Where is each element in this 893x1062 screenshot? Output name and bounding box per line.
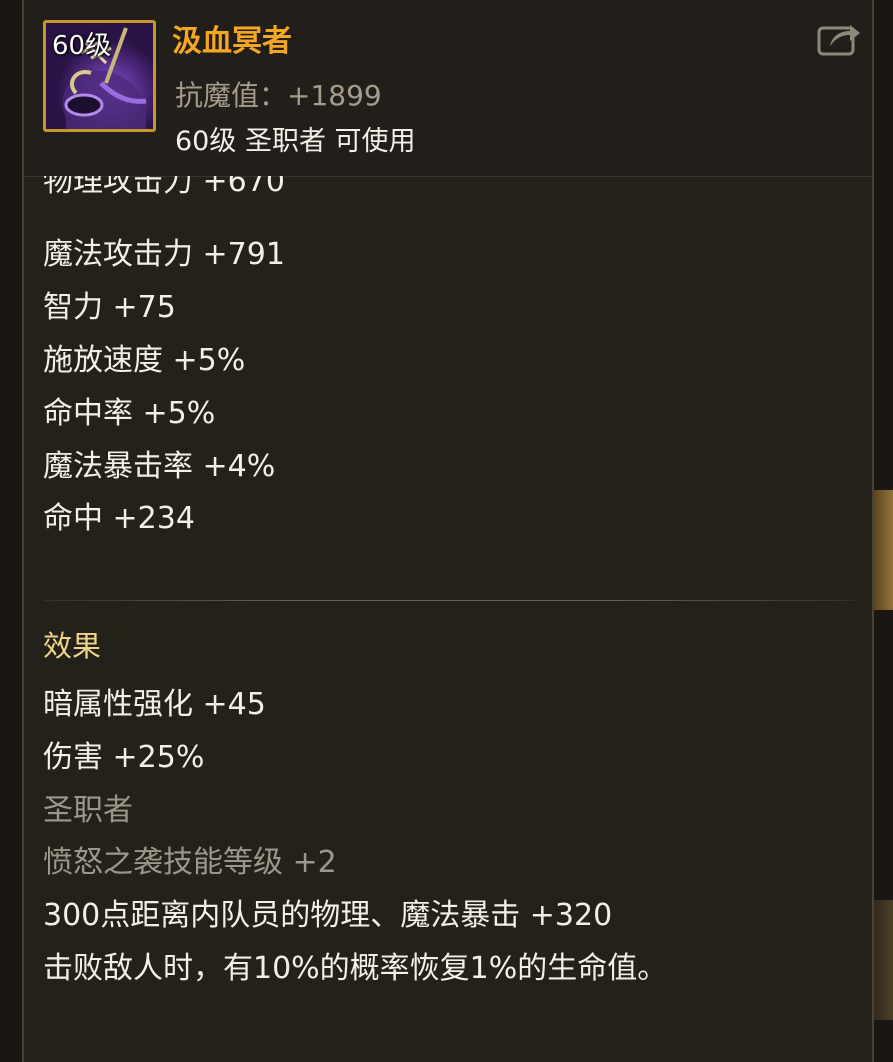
stats-panel: 物理攻击力 +670 魔法攻击力 +791 智力 +75 施放速度 +5% 命中…: [24, 176, 872, 1062]
background-edge: [871, 490, 893, 610]
item-name: 汲血冥者: [172, 24, 292, 59]
effect-skill-line: 愤怒之袭技能等级 +2: [43, 845, 337, 880]
effect-class-label: 圣职者: [43, 793, 133, 828]
stat-line: 物理攻击力 +670: [43, 176, 285, 199]
tooltip-header: 60级 汲血冥者 抗魔值：+1899 60级 圣职者 可使用: [24, 0, 872, 177]
effect-line: 300点距离内队员的物理、魔法暴击 +320: [43, 898, 613, 933]
item-magic-defense: 抗魔值：+1899: [175, 79, 382, 112]
stat-line: 魔法攻击力 +791: [43, 237, 285, 272]
item-tooltip: 60级 汲血冥者 抗魔值：+1899 60级 圣职者 可使用 物理攻击力 +67…: [22, 0, 874, 1062]
item-requirement: 60级 圣职者 可使用: [175, 126, 416, 157]
section-divider: [43, 600, 855, 601]
effect-line: 暗属性强化 +45: [43, 687, 266, 722]
share-button[interactable]: [816, 18, 862, 58]
effects-heading: 效果: [43, 629, 102, 663]
stat-line: 命中 +234: [43, 501, 195, 536]
item-level-badge: 60级: [52, 31, 112, 61]
stat-line: 施放速度 +5%: [43, 343, 246, 378]
stat-line: 命中率 +5%: [43, 396, 216, 431]
effect-line: 击败敌人时，有10%的概率恢复1%的生命值。: [43, 951, 668, 986]
share-icon: [817, 25, 860, 56]
stat-line: 智力 +75: [43, 290, 176, 325]
item-icon[interactable]: 60级: [43, 20, 156, 132]
effect-line: 伤害 +25%: [43, 740, 205, 775]
stat-line: 魔法暴击率 +4%: [43, 449, 276, 484]
